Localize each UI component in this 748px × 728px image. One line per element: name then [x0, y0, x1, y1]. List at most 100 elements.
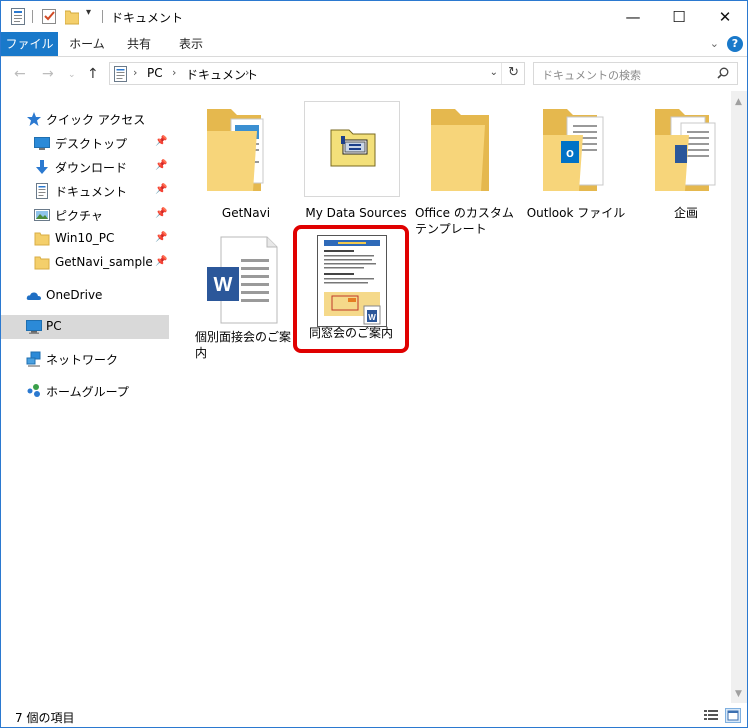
file-item-office-custom-templates[interactable]: Office のカスタム テンプレート: [409, 101, 519, 236]
file-item-getnavi[interactable]: GetNavi: [191, 101, 301, 231]
sidebar-item-onedrive[interactable]: OneDrive: [1, 284, 169, 308]
window-title: ドキュメント: [111, 11, 184, 25]
datasource-thumbnail: [304, 101, 400, 197]
file-name: GetNavi: [221, 206, 271, 220]
up-arrow-icon[interactable]: ↑: [87, 66, 99, 82]
new-folder-icon[interactable]: [64, 8, 80, 25]
sidebar-item-label: デスクトップ: [55, 137, 128, 151]
cloud-icon: [26, 288, 42, 304]
sidebar-item-documents[interactable]: ドキュメント 📌: [1, 179, 169, 203]
desktop-icon: [34, 135, 50, 151]
address-divider: [501, 63, 502, 84]
folder-thumbnail: [409, 101, 519, 199]
tab-share[interactable]: 共有: [115, 32, 163, 56]
file-item-outlook-files[interactable]: o Outlook ファイル: [521, 101, 631, 231]
tab-home[interactable]: ホーム: [59, 32, 115, 56]
sidebar-item-desktop[interactable]: デスクトップ 📌: [1, 131, 169, 155]
tab-view[interactable]: 表示: [166, 32, 216, 56]
minimize-button[interactable]: —: [610, 1, 656, 32]
breadcrumb-chevron-icon[interactable]: ›: [245, 66, 249, 79]
homegroup-icon: [26, 383, 42, 399]
star-icon: [26, 111, 42, 127]
maximize-button[interactable]: ☐: [656, 1, 702, 32]
file-item-dousoukai[interactable]: W 同窓会のご案内: [293, 225, 409, 353]
refresh-icon[interactable]: ↻: [508, 65, 519, 80]
help-icon[interactable]: ?: [727, 36, 743, 52]
pin-icon[interactable]: 📌: [155, 160, 167, 171]
back-arrow-icon[interactable]: ←: [14, 66, 26, 82]
network-icon: [26, 351, 42, 367]
folder-icon: [34, 255, 50, 271]
address-history-dropdown-icon[interactable]: ⌄: [490, 67, 498, 78]
recent-dropdown-icon[interactable]: ⌄: [68, 70, 76, 80]
search-box[interactable]: ドキュメントの検索: [533, 62, 738, 85]
file-name: 個別面接会のご案内: [195, 330, 292, 360]
file-item-my-data-sources[interactable]: My Data Sources: [301, 101, 411, 231]
qat-dropdown-icon[interactable]: ▾: [86, 7, 91, 18]
sidebar-item-label: ダウンロード: [55, 161, 128, 175]
breadcrumb-pc[interactable]: PC: [147, 66, 163, 80]
pin-icon[interactable]: 📌: [155, 208, 167, 219]
title-separator: [102, 10, 103, 23]
sidebar-item-label: PC: [46, 319, 62, 333]
file-name: 同窓会のご案内: [308, 326, 393, 340]
download-arrow-icon: [34, 159, 50, 175]
sidebar-item-downloads[interactable]: ダウンロード 📌: [1, 155, 169, 179]
file-list: GetNavi My Data Sources Office のカスタム テンプ…: [171, 91, 731, 703]
sidebar-item-pictures[interactable]: ピクチャ 📌: [1, 203, 169, 227]
qat-separator: [32, 10, 33, 23]
pin-icon[interactable]: 📌: [155, 184, 167, 195]
status-bar: 7 個の項目: [1, 705, 747, 727]
ribbon-tabs: ファイル ホーム 共有 表示 ⌄ ?: [1, 32, 747, 57]
sidebar-item-label: ピクチャ: [55, 209, 103, 223]
sidebar-item-win10-pc[interactable]: Win10_PC 📌: [1, 227, 169, 251]
properties-icon[interactable]: [11, 8, 25, 25]
file-name: Office のカスタム テンプレート: [415, 206, 514, 236]
explorer-window: ▾ ドキュメント — ☐ ✕ ファイル ホーム 共有 表示 ⌄ ? ← → ⌄ …: [0, 0, 748, 728]
forward-arrow-icon[interactable]: →: [42, 66, 54, 82]
pin-icon[interactable]: 📌: [155, 232, 167, 243]
pin-icon[interactable]: 📌: [155, 256, 167, 267]
sidebar-item-network[interactable]: ネットワーク: [1, 347, 169, 371]
vertical-scrollbar[interactable]: ▲ ▼: [731, 91, 747, 703]
scroll-up-icon[interactable]: ▲: [735, 97, 742, 107]
file-name: 企画: [673, 206, 698, 220]
sidebar-item-label: GetNavi_sample: [55, 255, 153, 269]
breadcrumb-chevron-icon[interactable]: ›: [172, 66, 176, 79]
item-count: 7 個の項目: [15, 711, 75, 725]
close-button[interactable]: ✕: [702, 1, 748, 32]
sidebar-item-label: Win10_PC: [55, 231, 115, 245]
sidebar-item-quick-access[interactable]: クイック アクセス: [1, 107, 169, 131]
file-item-kikaku[interactable]: 企画: [631, 101, 741, 231]
folder-icon: [34, 231, 50, 247]
search-placeholder: ドキュメントの検索: [542, 69, 641, 82]
sidebar-item-label: ドキュメント: [55, 185, 128, 199]
title-bar: ▾ ドキュメント — ☐ ✕: [1, 1, 747, 32]
file-name: Outlook ファイル: [526, 206, 626, 220]
checkmark-icon[interactable]: [42, 8, 56, 25]
expand-ribbon-icon[interactable]: ⌄: [710, 37, 719, 50]
file-name: My Data Sources: [305, 206, 407, 220]
file-item-kobetsu-mensetsu[interactable]: W 個別面接会のご案内: [191, 229, 301, 369]
word-preview-thumbnail: W: [317, 235, 387, 327]
scroll-down-icon[interactable]: ▼: [735, 689, 742, 699]
svg-text:W: W: [368, 313, 376, 322]
sidebar-item-pc[interactable]: PC: [1, 315, 169, 339]
details-view-icon[interactable]: [703, 708, 719, 723]
tab-file[interactable]: ファイル: [1, 32, 58, 56]
sidebar-item-label: OneDrive: [46, 288, 103, 302]
search-icon[interactable]: [717, 67, 729, 82]
pictures-icon: [34, 207, 50, 223]
sidebar-item-label: クイック アクセス: [46, 113, 146, 127]
sidebar-item-label: ネットワーク: [46, 353, 119, 367]
navigation-pane: クイック アクセス デスクトップ 📌 ダウンロード 📌 ドキュメント 📌 ピクチ…: [1, 97, 171, 703]
address-bar[interactable]: › PC › ドキュメント › ⌄ ↻: [109, 62, 525, 85]
sidebar-item-homegroup[interactable]: ホームグループ: [1, 379, 169, 403]
svg-text:W: W: [214, 274, 233, 296]
documents-icon: [114, 66, 127, 85]
sidebar-item-getnavi-sample[interactable]: GetNavi_sample 📌: [1, 251, 169, 275]
pin-icon[interactable]: 📌: [155, 136, 167, 147]
large-icons-view-icon[interactable]: [725, 708, 741, 723]
breadcrumb-chevron-icon[interactable]: ›: [133, 66, 137, 79]
folder-thumbnail: [631, 101, 741, 199]
